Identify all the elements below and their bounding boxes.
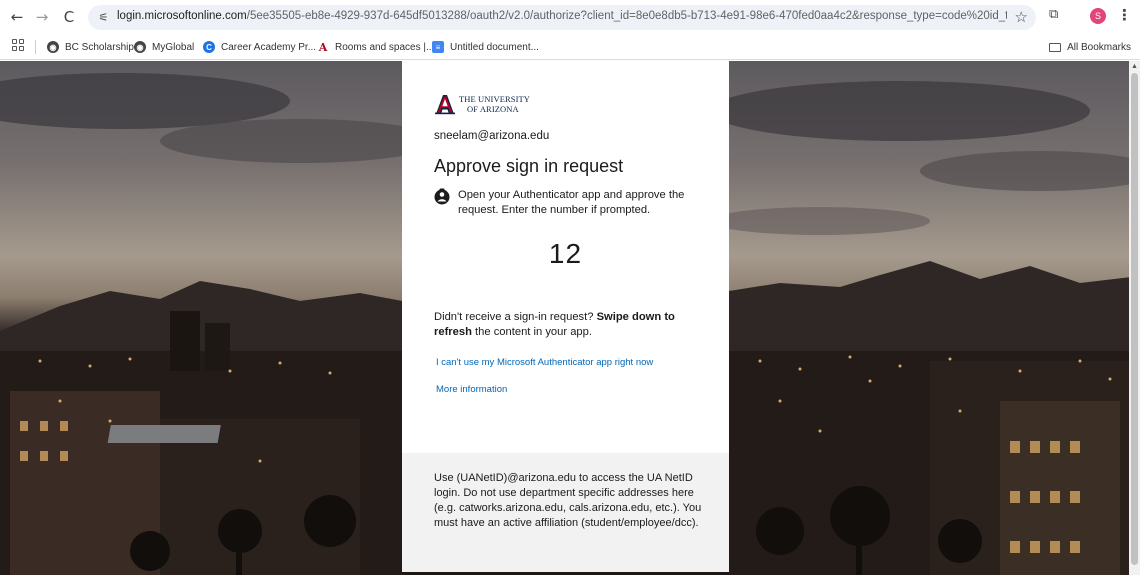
netid-notice-text: Use (UANetID)@arizona.edu to access the …: [434, 472, 702, 529]
docs-icon: ≡: [432, 41, 444, 53]
bookmark-item[interactable]: A Rooms and spaces |...: [317, 38, 435, 56]
sign-in-footer: Use (UANetID)@arizona.edu to access the …: [402, 453, 729, 572]
all-bookmarks-button[interactable]: All Bookmarks: [1049, 38, 1131, 56]
cant-use-authenticator-link[interactable]: I can't use my Microsoft Authenticator a…: [436, 357, 653, 368]
bookmark-item[interactable]: ≡ Untitled document...: [432, 38, 539, 56]
tab-search-icon[interactable]: ⧉: [1049, 7, 1058, 22]
bookmark-label: Career Academy Pr...: [221, 41, 317, 53]
bookmark-label: BC Scholarship: [65, 41, 134, 53]
bookmark-item[interactable]: ◉ BC Scholarship: [47, 38, 134, 56]
sign-in-card: THE UNIVERSITY OF ARIZONA sneelam@arizon…: [402, 61, 729, 572]
arizona-a-logo-icon: [434, 94, 456, 115]
no-request-prefix: Didn't receive a sign-in request?: [434, 311, 594, 323]
apps-grid-icon[interactable]: [12, 39, 24, 51]
ua-icon: A: [318, 40, 328, 54]
bookmark-label: MyGlobal: [152, 41, 195, 53]
account-email: sneelam@arizona.edu: [434, 130, 550, 142]
no-request-suffix: the content in your app.: [475, 326, 592, 338]
authenticator-instruction: Open your Authenticator app and approve …: [434, 188, 704, 218]
university-logo-text: THE UNIVERSITY OF ARIZONA: [459, 94, 530, 114]
verification-number: 12: [548, 238, 583, 269]
more-information-link[interactable]: More information: [436, 384, 507, 395]
page-title: Approve sign in request: [434, 156, 624, 176]
url-text[interactable]: login.microsoftonline.com/5ee35505-eb8e-…: [117, 10, 1007, 22]
no-request-help-text: Didn't receive a sign-in request? Swipe …: [434, 310, 704, 340]
logo-line-2: OF ARIZONA: [467, 103, 519, 114]
url-path: /5ee35505-eb8e-4929-937d-645df5013288/oa…: [246, 10, 1007, 22]
bookmark-star-icon[interactable]: ☆: [1015, 8, 1028, 26]
globe-icon: ◉: [47, 41, 59, 53]
bookmark-label: Rooms and spaces |...: [335, 41, 435, 53]
instruction-text: Open your Authenticator app and approve …: [458, 189, 685, 216]
site-info-icon[interactable]: ⚟: [95, 9, 112, 26]
scroll-up-arrow-icon[interactable]: ▲: [1131, 63, 1138, 70]
google-icon: C: [203, 41, 215, 53]
globe-icon: ◉: [134, 41, 146, 53]
profile-avatar[interactable]: S: [1090, 8, 1106, 24]
bookmarks-bar: ◉ BC Scholarship ◉ MyGlobal C Career Academ…: [0, 34, 1140, 60]
sign-in-main: THE UNIVERSITY OF ARIZONA sneelam@arizon…: [402, 61, 729, 453]
bookmarks-divider: [35, 40, 36, 54]
bookmark-item[interactable]: C Career Academy Pr...: [203, 38, 316, 56]
menu-kebab-icon[interactable]: ⋮: [1117, 6, 1132, 24]
university-logo: THE UNIVERSITY OF ARIZONA: [434, 94, 530, 115]
bookmark-item[interactable]: ◉ MyGlobal: [134, 38, 194, 56]
url-host: login.microsoftonline.com: [117, 10, 247, 22]
forward-arrow-icon[interactable]: →: [31, 6, 53, 28]
all-bookmarks-label: All Bookmarks: [1067, 41, 1131, 53]
bookmark-label: Untitled document...: [450, 41, 539, 53]
browser-toolbar: ← → C ⚟ login.microsoftonline.com/5ee355…: [0, 0, 1140, 34]
address-bar[interactable]: ⚟ login.microsoftonline.com/5ee35505-eb8…: [88, 5, 1036, 30]
authenticator-lock-icon: [434, 188, 450, 205]
back-arrow-icon[interactable]: ←: [6, 6, 28, 28]
page-scrollbar[interactable]: ▲: [1129, 61, 1140, 575]
scrollbar-thumb[interactable]: [1131, 73, 1138, 565]
reload-icon[interactable]: C: [58, 6, 80, 28]
folder-icon: [1049, 42, 1062, 52]
